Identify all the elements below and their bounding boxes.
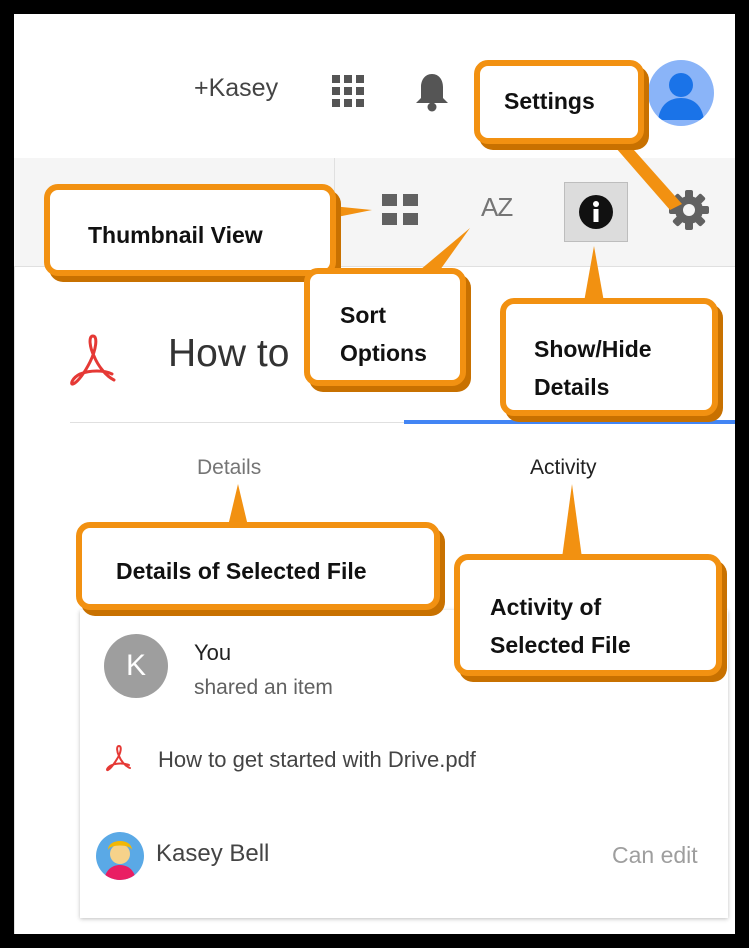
callout-show-hide-details: Show/Hide Details: [500, 298, 718, 416]
callout-thumbnail-text: Thumbnail View: [88, 222, 263, 248]
callout-sort-line2: Options: [340, 340, 427, 366]
callout-sort-line1: Sort: [340, 302, 386, 328]
callout-details-text: Details of Selected File: [116, 558, 367, 584]
callout-sort-options: Sort Options: [304, 268, 466, 386]
callout-activity-line2: Selected File: [490, 632, 631, 658]
callout-settings: Settings: [474, 60, 644, 144]
callout-show-line1: Show/Hide: [534, 336, 652, 362]
callout-pointers: [228, 132, 682, 558]
callout-activity-line1: Activity of: [490, 594, 602, 620]
callout-thumbnail-view: Thumbnail View: [44, 184, 336, 276]
screenshot-frame: +Kasey AZ How to Details Activity K You …: [14, 14, 735, 934]
callout-activity-of-selected-file: Activity of Selected File: [454, 554, 722, 676]
callout-show-line2: Details: [534, 374, 610, 400]
callout-settings-text: Settings: [504, 88, 595, 114]
callout-details-of-selected-file: Details of Selected File: [76, 522, 440, 610]
